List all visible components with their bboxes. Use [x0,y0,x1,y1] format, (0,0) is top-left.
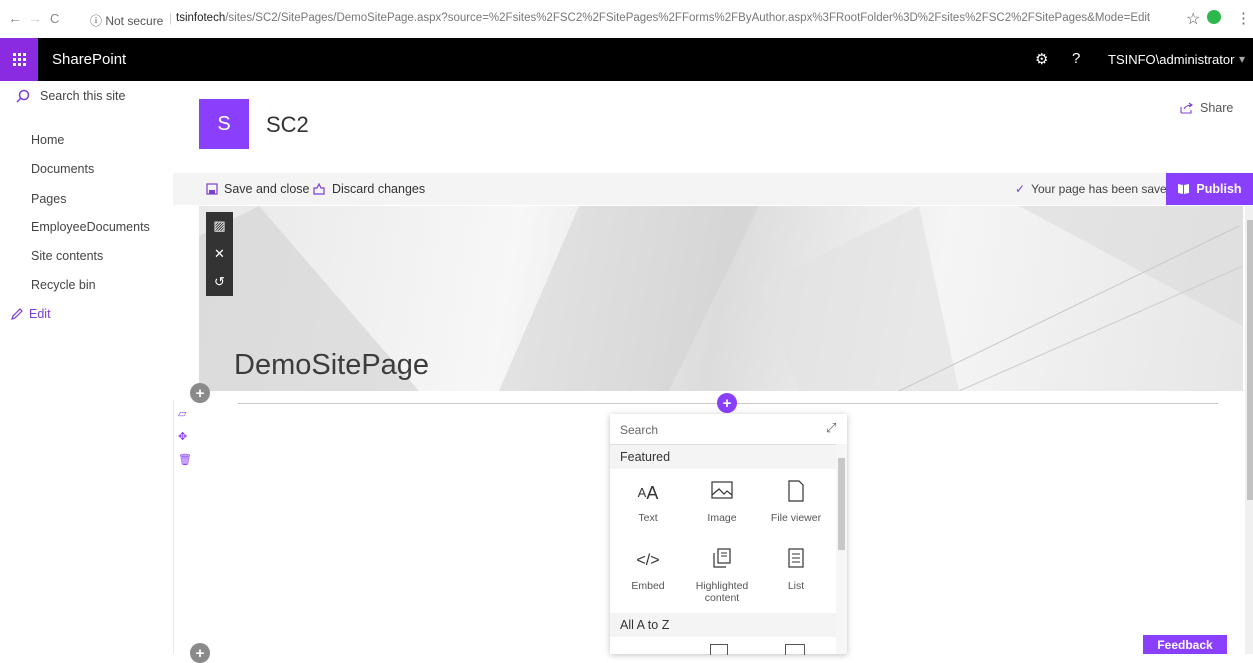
plus-icon: + [195,644,205,662]
discard-changes-button[interactable]: Discard changes [312,182,425,196]
url-separator: | [169,11,173,25]
reset-icon[interactable]: ↺ [214,274,225,290]
url-path: /sites/SC2/SitePages/DemoSitePage.aspx?s… [225,12,1151,24]
suite-bar: SharePoint ⚙ ? TSINFO\administrator ▾ [0,38,1253,81]
highlighted-content-icon [691,548,753,574]
tool-list[interactable]: List [765,548,827,592]
nav-item-documents[interactable]: Documents [31,162,94,176]
search-icon [16,89,30,103]
tool-label: Image [707,512,737,524]
calendar-icon[interactable] [785,644,805,655]
extension-icon[interactable] [1207,10,1221,24]
site-search[interactable]: Search this site [16,89,125,103]
folder-icon[interactable] [710,644,728,655]
checkmark-icon: ✓ [1015,182,1026,196]
remove-image-icon[interactable]: ✕ [214,246,225,262]
tool-label: File viewer [770,512,822,524]
tool-highlighted-content[interactable]: Highlighted content [691,548,753,604]
command-bar: Save and close Discard changes ✓ Your pa… [173,173,1253,205]
embed-icon: </> [636,552,660,569]
not-secure-indicator[interactable]: ⓘ Not secure [90,12,163,29]
site-logo[interactable]: S [199,99,249,149]
left-navigation: Search this site Home Documents Pages Em… [0,81,173,654]
waffle-icon [12,53,26,66]
site-search-placeholder: Search this site [40,89,126,103]
add-webpart-button[interactable]: + [717,393,737,413]
webpart-toolbox: Search ⤢ Featured AA Text Image File vie… [610,414,847,655]
save-and-close-label: Save and close [224,182,310,196]
address-bar[interactable]: tsinfotech/sites/SC2/SitePages/DemoSiteP… [176,12,1150,24]
list-icon [765,548,827,574]
expand-icon[interactable]: ⤢ [826,420,836,436]
app-launcher-button[interactable] [0,38,38,81]
share-button[interactable]: Share [1180,101,1233,115]
tool-text[interactable]: AA Text [617,480,679,524]
nav-item-recycle-bin[interactable]: Recycle bin [31,278,96,292]
all-group-header: All A to Z [610,613,836,637]
add-section-bottom-button[interactable]: + [190,643,210,663]
feedback-button[interactable]: Feedback [1143,635,1227,654]
edit-label: Edit [29,307,51,321]
image-icon [691,480,753,506]
save-status: ✓ Your page has been saved [1015,182,1173,196]
tool-file-viewer[interactable]: File viewer [765,480,827,524]
toolbox-search[interactable]: Search ⤢ [610,414,847,445]
nav-item-home[interactable]: Home [31,133,64,147]
toolbox-search-placeholder: Search [620,423,659,437]
add-section-button[interactable]: + [190,383,210,403]
banner-edit-toolbar: ▨ ✕ ↺ [206,212,233,296]
discard-icon [313,183,325,195]
browser-toolbar: ← → C ⓘ Not secure | tsinfotech/sites/SC… [0,0,1253,39]
reload-button[interactable]: C [50,11,59,26]
plus-icon: + [195,384,205,402]
tool-label: Text [638,512,658,524]
all-a-to-z-label: All A to Z [620,618,670,632]
publish-label: Publish [1196,182,1242,196]
featured-group-header: Featured [610,445,836,469]
nav-item-site-contents[interactable]: Site contents [31,249,103,263]
edit-nav-link[interactable]: Edit [10,307,51,321]
pencil-icon [11,308,23,320]
tool-label: List [787,580,805,592]
chevron-down-icon[interactable]: ▾ [1239,52,1245,66]
bookmark-star-icon[interactable]: ☆ [1186,9,1200,29]
edit-image-icon[interactable]: ▨ [213,218,225,234]
page-scroll-thumb[interactable] [1247,220,1253,500]
help-icon[interactable]: ? [1072,50,1080,67]
nav-item-employeedocuments[interactable]: EmployeeDocuments [31,220,150,234]
forward-button[interactable]: → [28,10,42,26]
discard-changes-label: Discard changes [332,182,426,196]
plus-icon: + [722,394,732,412]
move-section-icon[interactable]: ✥ [178,430,192,443]
section-tools: ▱ ✥ 🗑 [178,407,192,466]
tool-image[interactable]: Image [691,480,753,524]
toolbox-scroll-thumb[interactable] [838,458,845,550]
tool-label: Embed [631,580,665,592]
section-border [173,400,174,654]
save-and-close-button[interactable]: Save and close [206,182,309,196]
settings-gear-icon[interactable]: ⚙ [1035,50,1048,68]
site-title[interactable]: SC2 [266,112,309,138]
publish-button[interactable]: Publish [1166,173,1253,205]
publish-book-icon [1178,184,1190,194]
edit-section-icon[interactable]: ▱ [178,407,192,420]
url-host: tsinfotech [176,12,226,24]
brand-name[interactable]: SharePoint [52,51,126,68]
tool-embed[interactable]: </> Embed [617,548,679,592]
share-icon [1180,102,1193,114]
delete-section-icon[interactable]: 🗑 [178,453,192,466]
user-account[interactable]: TSINFO\administrator [1108,52,1234,67]
file-icon [765,480,827,506]
page-title[interactable]: DemoSitePage [234,349,429,382]
share-label: Share [1200,101,1234,115]
back-button[interactable]: ← [8,10,22,26]
browser-menu-icon[interactable]: ⋮ [1236,9,1251,27]
save-status-text: Your page has been saved [1031,182,1174,196]
tool-label: Highlighted content [695,580,749,604]
save-icon [206,183,218,195]
featured-label: Featured [620,450,671,464]
nav-item-pages[interactable]: Pages [31,192,66,206]
text-icon: AA [637,483,659,503]
